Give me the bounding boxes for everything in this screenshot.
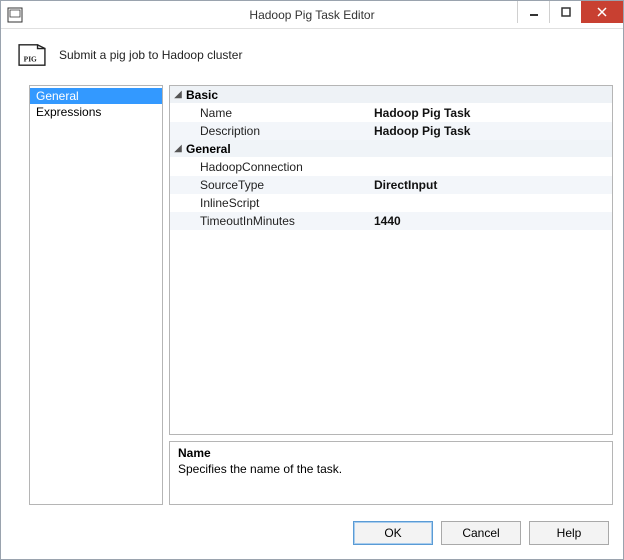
prop-label: InlineScript xyxy=(170,196,370,210)
description-title: Name xyxy=(178,446,604,460)
collapse-icon[interactable]: ◢ xyxy=(170,143,186,154)
prop-value[interactable]: DirectInput xyxy=(370,178,612,192)
prop-value[interactable]: 1440 xyxy=(370,214,612,228)
titlebar[interactable]: Hadoop Pig Task Editor xyxy=(1,1,623,29)
window-controls xyxy=(517,1,623,28)
category-label: General xyxy=(186,142,231,156)
sidebar-item-general[interactable]: General xyxy=(30,88,162,104)
minimize-button[interactable] xyxy=(517,1,549,23)
prop-row-hadoopconnection[interactable]: HadoopConnection xyxy=(170,158,612,176)
window-title: Hadoop Pig Task Editor xyxy=(249,8,374,22)
description-box: Name Specifies the name of the task. xyxy=(169,441,613,505)
prop-label: SourceType xyxy=(170,178,370,192)
content: General Expressions ◢ Basic Name Hadoop … xyxy=(1,81,623,511)
button-label: OK xyxy=(384,526,401,540)
dialog-subtitle: Submit a pig job to Hadoop cluster xyxy=(59,48,242,62)
dialog-window: Hadoop Pig Task Editor PIG Submit a pig … xyxy=(0,0,624,560)
category-label: Basic xyxy=(186,88,218,102)
property-grid[interactable]: ◢ Basic Name Hadoop Pig Task Description… xyxy=(169,85,613,435)
sidebar: General Expressions xyxy=(29,85,163,505)
pig-icon: PIG xyxy=(17,43,47,67)
description-text: Specifies the name of the task. xyxy=(178,462,604,476)
help-button[interactable]: Help xyxy=(529,521,609,545)
prop-value[interactable]: Hadoop Pig Task xyxy=(370,106,612,120)
prop-row-inlinescript[interactable]: InlineScript xyxy=(170,194,612,212)
prop-row-name[interactable]: Name Hadoop Pig Task xyxy=(170,104,612,122)
app-icon xyxy=(7,7,23,23)
sidebar-item-label: Expressions xyxy=(36,105,101,119)
footer: OK Cancel Help xyxy=(1,511,623,559)
prop-label: HadoopConnection xyxy=(170,160,370,174)
prop-row-description[interactable]: Description Hadoop Pig Task xyxy=(170,122,612,140)
collapse-icon[interactable]: ◢ xyxy=(170,89,186,100)
prop-label: Name xyxy=(170,106,370,120)
sidebar-item-expressions[interactable]: Expressions xyxy=(30,104,162,120)
main-column: ◢ Basic Name Hadoop Pig Task Description… xyxy=(169,85,613,505)
header: PIG Submit a pig job to Hadoop cluster xyxy=(1,29,623,81)
prop-value[interactable]: Hadoop Pig Task xyxy=(370,124,612,138)
sidebar-item-label: General xyxy=(36,89,79,103)
prop-row-timeoutinminutes[interactable]: TimeoutInMinutes 1440 xyxy=(170,212,612,230)
cancel-button[interactable]: Cancel xyxy=(441,521,521,545)
button-label: Help xyxy=(557,526,582,540)
svg-text:PIG: PIG xyxy=(24,54,37,63)
category-row-general[interactable]: ◢ General xyxy=(170,140,612,158)
ok-button[interactable]: OK xyxy=(353,521,433,545)
prop-label: TimeoutInMinutes xyxy=(170,214,370,228)
prop-label: Description xyxy=(170,124,370,138)
close-button[interactable] xyxy=(581,1,623,23)
category-row-basic[interactable]: ◢ Basic xyxy=(170,86,612,104)
maximize-button[interactable] xyxy=(549,1,581,23)
prop-row-sourcetype[interactable]: SourceType DirectInput xyxy=(170,176,612,194)
button-label: Cancel xyxy=(462,526,499,540)
